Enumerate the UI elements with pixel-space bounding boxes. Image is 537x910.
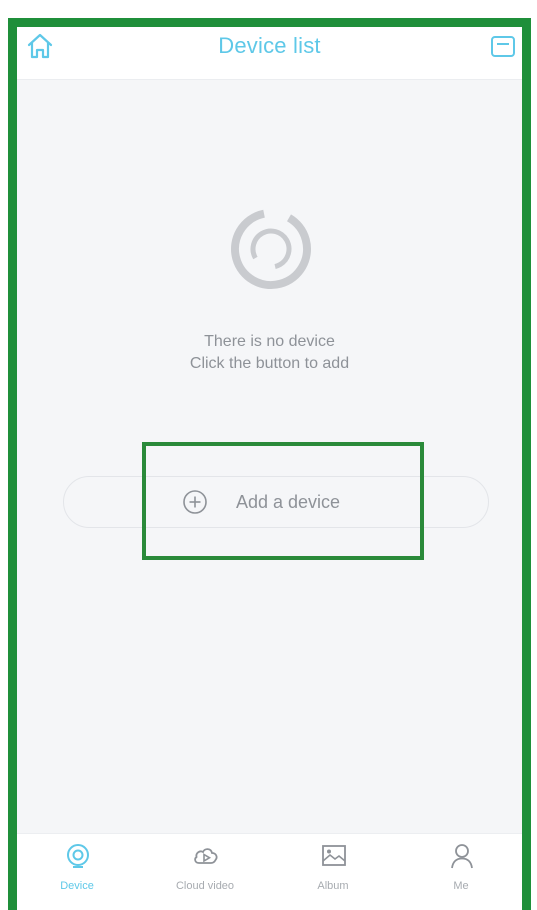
add-device-content[interactable]: Add a device [182,486,340,518]
empty-state-line1: There is no device [204,333,335,350]
tab-device[interactable]: Device [17,834,137,910]
page-title: Device list [218,33,321,58]
tab-label: Cloud video [175,880,235,892]
empty-state-message: There is no device Click the button to a… [17,331,522,375]
empty-state-line2: Click the button to add [189,355,350,372]
add-circle-icon [183,490,207,514]
person-icon [451,844,473,869]
add-device-label: Add a device [236,491,341,512]
tab-me[interactable]: Me [401,834,521,910]
phone-screen: Device list There is no device Click the… [8,18,531,910]
tab-cloud-video[interactable]: Cloud video [145,834,265,910]
album-icon [322,845,346,866]
empty-device-icon [231,209,311,289]
device-camera-icon [67,844,89,868]
cloud-video-icon [194,848,218,864]
top-bar: Device list [17,27,522,80]
bottom-tab-bar: Device Cloud video Album Me [17,833,522,910]
menu-icon[interactable] [488,31,518,61]
tab-label: Album [317,880,349,892]
tab-album[interactable]: Album [273,834,393,910]
tab-label: Me [453,880,469,892]
tab-label: Device [60,880,94,892]
